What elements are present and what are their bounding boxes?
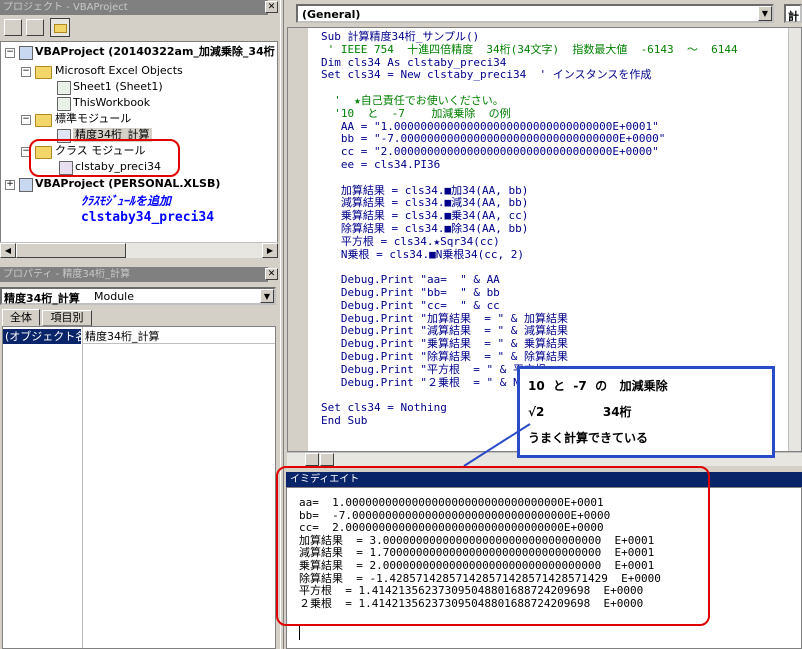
annotation-text-1: ｸﾗｽﾓｼﾞｭｰﾙを追加 (81, 194, 172, 208)
callout-pointer (463, 423, 531, 467)
callout-line-1: 10 と -7 の 加減乗除 (528, 379, 668, 393)
tree-node-vbaproject[interactable]: VBAProject (20140322am_加減乗除_34桁 (35, 45, 275, 59)
code-line: ' IEEE 754 十進四倍精度 34桁(34文字) 指数最大値 -6143 … (321, 42, 738, 56)
callout-line-3: うまく計算できている (528, 431, 649, 445)
tree-hscrollbar[interactable]: ◀ ▶ (0, 242, 278, 258)
code-margin (288, 28, 308, 451)
code-line: Debug.Print "bb= " & bb (321, 285, 500, 299)
scroll-right-icon[interactable]: ▶ (262, 243, 278, 258)
procedure-dropdown-value: 計 (788, 10, 799, 23)
object-dropdown[interactable]: (General) ▼ (296, 4, 774, 23)
code-line: Debug.Print "除算結果 = " & 除算結果 (321, 349, 568, 363)
toggle-folders-icon[interactable] (50, 18, 70, 37)
full-module-view-icon[interactable] (320, 453, 334, 466)
tab-all[interactable]: 全体 (2, 309, 40, 326)
code-line: Debug.Print "乗算結果 = " & 乗算結果 (321, 337, 568, 351)
code-line: N乗根 = cls34.■N乗根34(cc, 2) (321, 247, 524, 261)
tab-categorized[interactable]: 項目別 (42, 310, 92, 326)
object-dropdown-value: (General) (302, 8, 361, 21)
code-line: ' ★自己責任でお使いください。 (321, 93, 504, 107)
project-toolbar (0, 15, 280, 41)
properties-close-icon[interactable]: ✕ (265, 268, 278, 280)
collapse-icon[interactable]: − (5, 48, 15, 58)
vbaproject-icon (19, 46, 33, 60)
callout-box: 10 と -7 の 加減乗除 √2 34桁 うまく計算できている (517, 366, 775, 458)
code-line: Debug.Print "cc= " & cc (321, 298, 500, 312)
tree-node-thisworkbook[interactable]: ThisWorkbook (73, 96, 150, 110)
collapse-icon[interactable]: − (21, 115, 31, 125)
procedure-dropdown[interactable]: 計 (784, 4, 802, 23)
procedure-view-icon[interactable] (305, 453, 319, 466)
folder-icon (35, 114, 52, 127)
folder-icon (54, 24, 67, 33)
tree-node-personal[interactable]: VBAProject (PERSONAL.XLSB) (35, 177, 220, 191)
tree-node-sheet1[interactable]: Sheet1 (Sheet1) (73, 80, 163, 94)
callout-line-2: √2 34桁 (528, 405, 632, 419)
object-name: 精度34桁_計算 (4, 292, 80, 305)
collapse-icon[interactable]: − (21, 67, 31, 77)
properties-object-select[interactable]: 精度34桁_計算 Module ▼ (0, 287, 276, 305)
project-panel-title: プロジェクト - VBAProject (0, 0, 268, 15)
view-object-icon[interactable] (26, 19, 44, 36)
vbaproject-icon (19, 178, 33, 192)
text-cursor (299, 626, 300, 640)
annotation-text-2: clstaby34_preci34 (81, 210, 215, 225)
prop-name-cell[interactable]: (オブジェクト名) (3, 329, 91, 344)
code-line: '10 と -7 加減乗除 の例 (321, 106, 511, 120)
tree-node-excel-objects[interactable]: Microsoft Excel Objects (55, 64, 183, 78)
tree-node-standard-modules[interactable]: 標準モジュール (55, 112, 131, 126)
view-code-icon[interactable] (4, 19, 22, 36)
highlight-box-class-module (29, 139, 180, 177)
code-line: 平方根 = cls34.★Sqr34(cc) (321, 234, 500, 248)
code-header: (General) ▼ 計 (286, 0, 802, 27)
object-type: Module (94, 290, 134, 303)
sheet-icon (57, 81, 71, 95)
code-line: Sub 計算精度34桁_サンプル() (321, 30, 480, 43)
code-line: ee = cls34.PI36 (321, 157, 441, 171)
scroll-left-icon[interactable]: ◀ (0, 243, 16, 258)
chevron-down-icon[interactable]: ▼ (260, 289, 274, 303)
code-line: Set cls34 = New clstaby_preci34 ' インスタンス… (321, 68, 652, 82)
properties-grid: (オブジェクト名) 精度34桁_計算 (2, 326, 276, 649)
scroll-thumb[interactable] (16, 243, 126, 258)
properties-panel-title: プロパティ - 精度34桁_計算 (0, 267, 268, 282)
code-vscrollbar[interactable] (788, 28, 801, 451)
highlight-box-output (276, 466, 710, 626)
code-line: 除算結果 = cls34.■除34(AA, bb) (321, 221, 529, 235)
folder-icon (35, 66, 52, 79)
workbook-icon (57, 97, 71, 111)
grid-divider (82, 327, 83, 648)
chevron-down-icon[interactable]: ▼ (758, 6, 772, 21)
expand-icon[interactable]: + (5, 180, 15, 190)
prop-value-cell[interactable]: 精度34桁_計算 (83, 329, 275, 344)
project-close-icon[interactable]: ✕ (265, 1, 278, 13)
